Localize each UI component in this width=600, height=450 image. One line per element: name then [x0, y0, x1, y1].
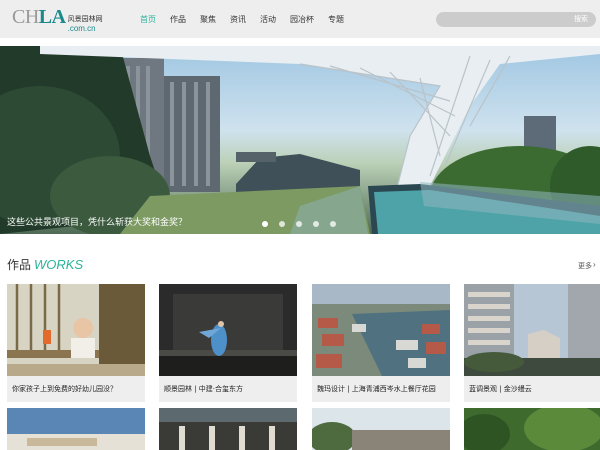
nav-works[interactable]: 作品: [170, 14, 186, 25]
site-header: CH LA 风景园林网 .com.cn 首页 作品 聚焦 资讯 活动 园冶杯 专…: [0, 0, 600, 38]
carousel-dot-1[interactable]: [262, 221, 268, 227]
work-card-caption[interactable]: 你家孩子上到免费的好幼儿园没？: [12, 384, 117, 394]
logo-subtext: 风景园林网 .com.cn: [68, 15, 103, 33]
nav-topics[interactable]: 专题: [328, 14, 344, 25]
nav-yuanye-cup[interactable]: 园冶杯: [290, 14, 314, 25]
works-title-cn: 作品: [7, 258, 32, 272]
more-arrow-icon[interactable]: ›: [593, 260, 596, 269]
work-card-caption[interactable]: 魏玛设计 | 上海青浦西岑水上餐厅花园: [317, 384, 436, 394]
carousel-dot-5[interactable]: [330, 221, 336, 227]
work-card-image[interactable]: [7, 408, 145, 450]
work-card-5[interactable]: [7, 408, 145, 450]
carousel-dots: [262, 221, 347, 227]
work-card-6[interactable]: [159, 408, 297, 450]
nav-focus[interactable]: 聚焦: [200, 14, 216, 25]
nav-news[interactable]: 资讯: [230, 14, 246, 25]
work-card-image[interactable]: [464, 284, 600, 376]
works-more-link[interactable]: 更多: [578, 261, 592, 271]
banner-caption[interactable]: 这些公共景观项目，凭什么斩获大奖和金奖？: [7, 215, 187, 228]
work-card-image[interactable]: [464, 408, 600, 450]
hero-banner[interactable]: [0, 46, 600, 234]
carousel-dot-2[interactable]: [279, 221, 285, 227]
work-card-caption-bar: 你家孩子上到免费的好幼儿园没？: [7, 376, 145, 402]
nav-home[interactable]: 首页: [140, 14, 156, 25]
work-card-caption[interactable]: 顺景园林 | 中建·合玺东方: [164, 384, 243, 394]
work-card-8[interactable]: [464, 408, 600, 450]
works-title-en: WORKS: [34, 257, 84, 272]
nav-events[interactable]: 活动: [260, 14, 276, 25]
carousel-dot-3[interactable]: [296, 221, 302, 227]
carousel-dot-4[interactable]: [313, 221, 319, 227]
work-card-image[interactable]: [312, 284, 450, 376]
logo-domain: .com.cn: [67, 24, 96, 33]
main-nav: 首页 作品 聚焦 资讯 活动 园冶杯 专题: [140, 0, 358, 38]
works-section-title: 作品 WORKS: [7, 256, 83, 273]
banner-image: [0, 46, 600, 234]
work-card-image[interactable]: [312, 408, 450, 450]
work-card-image[interactable]: [159, 284, 297, 376]
logo-la: LA: [38, 6, 66, 28]
search-button[interactable]: 搜索: [574, 14, 588, 24]
work-card-7[interactable]: [312, 408, 450, 450]
work-card-caption-bar: 魏玛设计 | 上海青浦西岑水上餐厅花园: [312, 376, 450, 402]
logo-cn-name: 风景园林网: [67, 15, 103, 23]
site-logo[interactable]: CH LA 风景园林网 .com.cn: [12, 6, 103, 33]
logo-ch: CH: [12, 6, 39, 28]
work-card-image[interactable]: [7, 284, 145, 376]
work-card-image[interactable]: [159, 408, 297, 450]
search-input[interactable]: [444, 12, 564, 27]
search-box: 搜索: [436, 12, 596, 27]
work-card-caption-bar: 蓝调景观 | 金沙缦云: [464, 376, 600, 402]
work-card-caption-bar: 顺景园林 | 中建·合玺东方: [159, 376, 297, 402]
work-card-caption[interactable]: 蓝调景观 | 金沙缦云: [469, 384, 532, 394]
